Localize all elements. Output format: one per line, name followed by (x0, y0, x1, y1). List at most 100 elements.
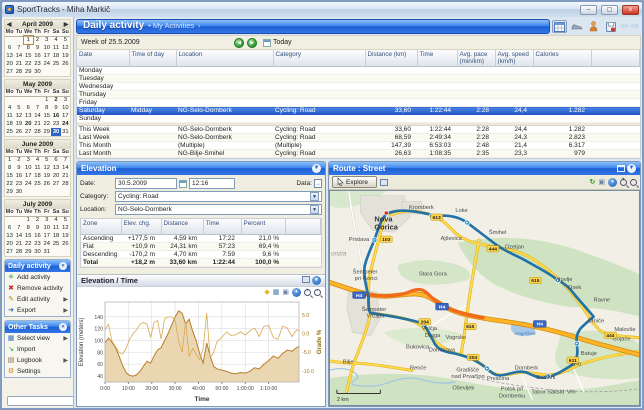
column-header[interactable]: Avg. speed (km/h) (495, 50, 533, 67)
calendar-day[interactable]: 1 (24, 36, 33, 44)
calendar-day[interactable]: 16 (33, 52, 42, 60)
calendar-day[interactable]: 14 (33, 112, 42, 120)
zoom-in-icon[interactable] (304, 289, 311, 296)
calendar-day[interactable]: 8 (42, 104, 51, 112)
close-button[interactable]: x (622, 5, 639, 15)
route-menu-icon[interactable]: ▼ (627, 164, 636, 173)
data-page-icon[interactable] (314, 179, 322, 188)
calendar-day[interactable]: 13 (5, 232, 14, 240)
collapse-chevron-icon[interactable]: « (59, 262, 67, 270)
calendar-day[interactable]: 16 (14, 172, 23, 180)
calendar-day[interactable]: 7 (61, 156, 70, 164)
calendar-day[interactable]: 20 (5, 240, 14, 248)
calendar-day[interactable]: 15 (24, 232, 33, 240)
calendar-day[interactable]: 21 (14, 240, 23, 248)
chevron-down-icon[interactable]: ▼ (310, 192, 319, 201)
back-arrow-icon[interactable]: ⇦ (620, 21, 628, 32)
calendar-day[interactable]: 30 (51, 128, 60, 136)
calendar-day[interactable]: 18 (51, 52, 60, 60)
table-row[interactable]: Friday (77, 99, 640, 107)
calendar-day[interactable]: 9 (33, 224, 42, 232)
calendar-day[interactable]: 18 (33, 172, 42, 180)
calendar-day[interactable]: 1 (24, 216, 33, 224)
calendar-day[interactable]: 12 (61, 44, 70, 52)
calendar-day[interactable]: 9 (51, 104, 60, 112)
calendar-day[interactable]: 24 (42, 240, 51, 248)
calendar-day[interactable]: 27 (5, 248, 14, 256)
calendar-day[interactable]: 2 (33, 36, 42, 44)
map-zoom-out-icon[interactable] (630, 179, 637, 186)
calendar-day[interactable]: 28 (14, 248, 23, 256)
calendar-day[interactable]: 18 (5, 120, 14, 128)
table-row[interactable]: Thursday (77, 91, 640, 99)
calendar-day[interactable]: 13 (24, 112, 33, 120)
column-header[interactable]: Distance (km) (365, 50, 417, 67)
calendar-day[interactable]: 7 (14, 44, 23, 52)
route-window-icon[interactable] (617, 165, 625, 172)
breadcrumb[interactable]: • My Activities (148, 21, 194, 30)
calendar-day[interactable]: 17 (24, 172, 33, 180)
calendar-day[interactable]: 2 (51, 96, 60, 104)
date-input[interactable]: 30.5.2009 (115, 178, 177, 189)
calendar-day[interactable]: 27 (24, 128, 33, 136)
table-row[interactable]: Tuesday (77, 75, 640, 83)
next-week-button[interactable]: ▶ (247, 38, 257, 48)
calendar-day[interactable]: 14 (61, 164, 70, 172)
task-item-remove-activity[interactable]: ✖Remove activity (5, 283, 70, 294)
calendar-day[interactable]: 15 (42, 112, 51, 120)
calendar-day[interactable]: 16 (51, 112, 60, 120)
column-header[interactable]: Calories (533, 50, 591, 67)
calendar-day[interactable]: 4 (33, 156, 42, 164)
save-logbook-button[interactable] (603, 20, 618, 33)
table-row[interactable]: Sunday (77, 115, 640, 123)
search-input[interactable] (7, 396, 74, 406)
calendar-day[interactable]: 30 (14, 188, 23, 196)
chart-compass-icon[interactable]: ✦ (292, 288, 301, 297)
calendar-day[interactable]: 21 (33, 120, 42, 128)
calendar-day[interactable]: 28 (14, 68, 23, 76)
calendar-day[interactable]: 23 (33, 60, 42, 68)
calendar-day[interactable]: 29 (24, 68, 33, 76)
calendar-day[interactable]: 8 (5, 164, 14, 172)
calendar-day[interactable]: 3 (42, 36, 51, 44)
calendar-day[interactable]: 19 (61, 232, 70, 240)
calendar-day[interactable]: 25 (51, 240, 60, 248)
calendar-day[interactable]: 25 (51, 60, 60, 68)
calendar-day[interactable]: 1 (42, 96, 51, 104)
calendar-day[interactable]: 7 (14, 224, 23, 232)
column-header[interactable]: Location (176, 50, 273, 67)
time-input[interactable]: 12:16 (189, 178, 235, 189)
calendar-day[interactable]: 26 (14, 128, 23, 136)
calendar-day[interactable]: 19 (61, 52, 70, 60)
calendar-day[interactable]: 3 (61, 96, 70, 104)
calendar-day[interactable]: 10 (42, 224, 51, 232)
chart-expand-icon[interactable]: ▼ (312, 276, 321, 285)
task-item-export[interactable]: ➔Export▶ (5, 305, 70, 316)
calendar-day[interactable]: 19 (14, 120, 23, 128)
calendar-day[interactable]: 5 (42, 156, 51, 164)
column-header[interactable]: Time of day (129, 50, 176, 67)
chart-type-icon[interactable]: ▦ (273, 288, 280, 297)
calendar-day[interactable]: 29 (5, 188, 14, 196)
refresh-icon[interactable]: ↻ (590, 178, 596, 187)
calendar-next-icon[interactable]: ▶ (63, 21, 69, 28)
calendar-day[interactable]: 6 (5, 44, 14, 52)
calendar-day[interactable]: 1 (5, 156, 14, 164)
task-panel-header[interactable]: Daily activity« (5, 260, 70, 272)
calendar-day[interactable]: 20 (51, 172, 60, 180)
minimize-button[interactable]: – (580, 5, 597, 15)
column-header[interactable]: Category (273, 50, 365, 67)
map-save-icon[interactable]: ▣ (598, 178, 605, 187)
column-header[interactable]: Time (417, 50, 457, 67)
collapse-chevron-icon[interactable]: « (59, 323, 67, 331)
task-item-import[interactable]: ↘Import (5, 344, 70, 355)
table-row[interactable]: Last WeekNG-Selo-DornberkCycling: Road68… (77, 134, 640, 142)
calendar-day[interactable]: 17 (42, 232, 51, 240)
route-select-icon[interactable] (380, 179, 388, 186)
calendar-day[interactable]: 5 (14, 104, 23, 112)
calendar-day[interactable]: 12 (61, 224, 70, 232)
calendar-day[interactable]: 23 (51, 120, 60, 128)
calendar-day[interactable]: 14 (14, 232, 23, 240)
task-item-settings[interactable]: ⚙Settings (5, 366, 70, 377)
calendar-day[interactable]: 5 (61, 216, 70, 224)
